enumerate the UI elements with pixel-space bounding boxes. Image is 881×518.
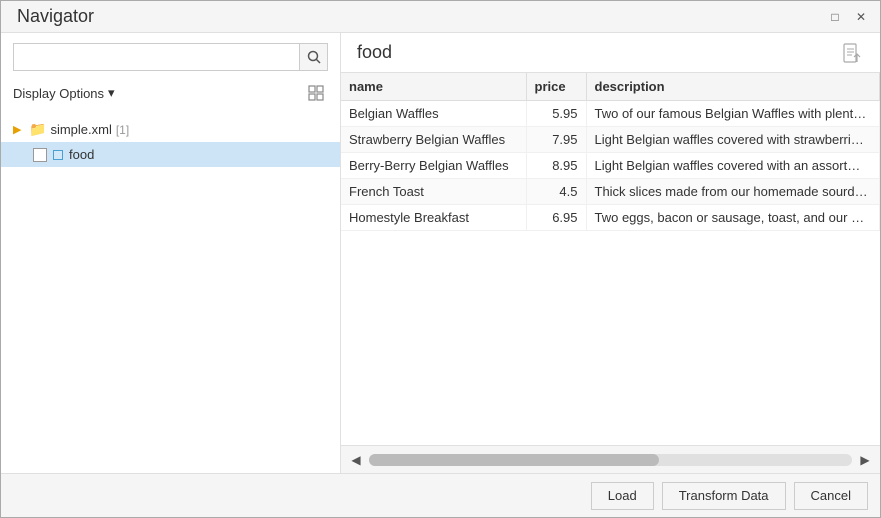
tree-root-count: [1] — [116, 123, 129, 137]
close-button[interactable]: ✕ — [850, 6, 872, 28]
title-bar-left: Navigator — [9, 6, 94, 27]
col-header-name: name — [341, 73, 526, 101]
table-row: Belgian Waffles5.95Two of our famous Bel… — [341, 101, 880, 127]
cell-name: Homestyle Breakfast — [341, 205, 526, 231]
cell-price: 5.95 — [526, 101, 586, 127]
minimize-button[interactable]: □ — [824, 6, 846, 28]
window-title: Navigator — [17, 6, 94, 27]
scroll-thumb — [369, 454, 659, 466]
display-options-arrow: ▾ — [108, 85, 115, 101]
right-header: food — [341, 33, 880, 73]
tree-arrow-icon: ▶ — [13, 123, 25, 136]
scrollbar-area: ◀ ▶ — [341, 445, 880, 473]
right-action-icon — [308, 85, 324, 101]
export-icon — [843, 43, 861, 63]
export-icon-area[interactable] — [840, 41, 864, 65]
navigator-window: Navigator □ ✕ Display Options — [0, 0, 881, 518]
cell-price: 7.95 — [526, 127, 586, 153]
search-area — [1, 33, 340, 77]
title-bar: Navigator □ ✕ — [1, 1, 880, 33]
cell-price: 6.95 — [526, 205, 586, 231]
display-options-label: Display Options — [13, 86, 104, 101]
scroll-right-button[interactable]: ▶ — [854, 449, 876, 471]
table-row: Berry-Berry Belgian Waffles8.95Light Bel… — [341, 153, 880, 179]
cell-name: Strawberry Belgian Waffles — [341, 127, 526, 153]
search-button[interactable] — [300, 43, 328, 71]
table-body: Belgian Waffles5.95Two of our famous Bel… — [341, 101, 880, 231]
cell-description: Thick slices made from our homemade sour… — [586, 179, 880, 205]
cell-price: 4.5 — [526, 179, 586, 205]
left-panel: Display Options ▾ ▶ 📁 simp — [1, 33, 341, 473]
tree-area: ▶ 📁 simple.xml [1] food — [1, 113, 340, 473]
cancel-button[interactable]: Cancel — [794, 482, 868, 510]
table-row: Strawberry Belgian Waffles7.95Light Belg… — [341, 127, 880, 153]
transform-data-button[interactable]: Transform Data — [662, 482, 786, 510]
table-container: name price description Belgian Waffles5.… — [341, 73, 880, 445]
col-header-description: description — [586, 73, 880, 101]
cell-price: 8.95 — [526, 153, 586, 179]
tree-root-node[interactable]: ▶ 📁 simple.xml [1] — [1, 117, 340, 142]
table-outer-icon — [33, 148, 47, 162]
col-header-price: price — [526, 73, 586, 101]
content-area: Display Options ▾ ▶ 📁 simp — [1, 33, 880, 473]
table-row: Homestyle Breakfast6.95Two eggs, bacon o… — [341, 205, 880, 231]
tree-child-node[interactable]: food — [1, 142, 340, 167]
display-options-button[interactable]: Display Options ▾ — [13, 85, 115, 101]
display-options-row: Display Options ▾ — [1, 77, 340, 113]
tree-root-label: simple.xml — [50, 122, 111, 137]
folder-icon: 📁 — [29, 121, 46, 138]
tree-child-label: food — [69, 147, 94, 162]
load-button[interactable]: Load — [591, 482, 654, 510]
table-inner-icon — [53, 150, 63, 160]
bottom-bar: Load Transform Data Cancel — [1, 473, 880, 517]
cell-description: Two of our famous Belgian Waffles with p… — [586, 101, 880, 127]
title-controls: □ ✕ — [824, 6, 872, 28]
right-panel-title: food — [357, 42, 392, 63]
scroll-track[interactable] — [369, 454, 852, 466]
table-header-row: name price description — [341, 73, 880, 101]
search-icon — [307, 50, 321, 64]
cell-name: Berry-Berry Belgian Waffles — [341, 153, 526, 179]
cell-description: Two eggs, bacon or sausage, toast, and o… — [586, 205, 880, 231]
cell-description: Light Belgian waffles covered with an as… — [586, 153, 880, 179]
cell-name: French Toast — [341, 179, 526, 205]
right-action-button[interactable] — [304, 81, 328, 105]
cell-name: Belgian Waffles — [341, 101, 526, 127]
table-row: French Toast4.5Thick slices made from ou… — [341, 179, 880, 205]
cell-description: Light Belgian waffles covered with straw… — [586, 127, 880, 153]
search-input[interactable] — [13, 43, 300, 71]
right-panel: food name — [341, 33, 880, 473]
scroll-left-button[interactable]: ◀ — [345, 449, 367, 471]
data-table: name price description Belgian Waffles5.… — [341, 73, 880, 231]
